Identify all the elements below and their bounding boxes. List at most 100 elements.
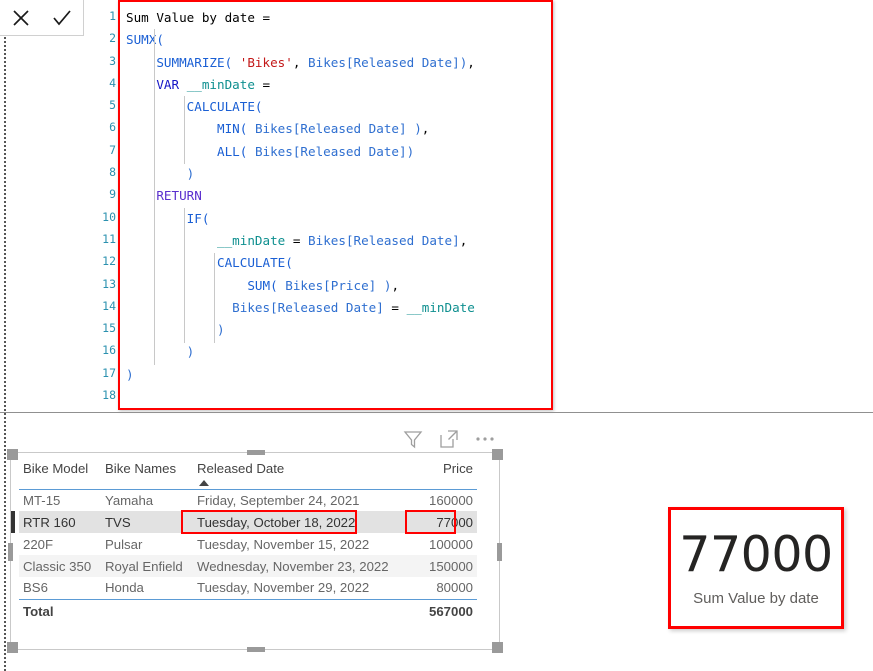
line-number: 11 — [102, 231, 116, 246]
code-line: ) — [217, 322, 225, 338]
dax-formula-editor[interactable]: 1 2 3 4 5 6 7 8 9 10 11 12 13 14 15 16 1… — [96, 0, 553, 410]
total-label: Total — [19, 598, 101, 622]
check-icon — [51, 8, 73, 28]
line-number: 6 — [109, 120, 116, 135]
cell-bike-model: RTR 160 — [11, 511, 101, 533]
card-label: Sum Value by date — [693, 589, 819, 607]
code-line: Sum Value by date = — [126, 7, 551, 29]
code-line: ) — [126, 366, 134, 382]
code-line: __minDate = Bikes[Released Date], — [217, 232, 468, 248]
resize-handle-bottom-center[interactable] — [247, 647, 265, 652]
cell-bike-names: Honda — [105, 580, 144, 596]
total-spacer-2 — [193, 598, 403, 622]
total-spacer-1 — [101, 598, 193, 622]
more-options-icon[interactable] — [474, 428, 496, 450]
line-number: 8 — [109, 165, 116, 180]
line-number: 4 — [109, 75, 116, 90]
table-grid: Bike Model Bike Names Released Date Pric… — [11, 459, 477, 622]
table-row[interactable]: 220F Pulsar Tuesday, November 15, 2022 1… — [19, 533, 477, 555]
cell-released-date: Wednesday, November 23, 2022 — [193, 555, 403, 577]
indent-guide — [184, 96, 185, 164]
table-row-selected[interactable]: RTR 160 TVS Tuesday, October 18, 2022 77… — [11, 511, 477, 533]
column-header-released-date[interactable]: Released Date — [193, 459, 403, 490]
cell-bike-names: TVS — [101, 511, 193, 533]
formula-bar-toolbar — [0, 0, 84, 36]
line-number: 7 — [109, 142, 116, 157]
cell-price: 160000 — [428, 492, 473, 508]
line-number: 17 — [102, 365, 116, 380]
cell-released-date: Friday, September 24, 2021 — [197, 492, 360, 508]
canvas-left-edge-rail — [4, 32, 6, 671]
total-value: 567000 — [403, 598, 477, 622]
line-number: 2 — [109, 31, 116, 46]
code-line: IF( — [186, 210, 210, 226]
code-line-text: Sum Value by date = — [126, 10, 271, 25]
line-number: 12 — [102, 254, 116, 269]
dax-code-area[interactable]: Sum Value by date = SUMX( SUMMARIZE( 'Bi… — [118, 0, 553, 410]
table-total-row: Total 567000 — [19, 598, 477, 622]
resize-handle-left-middle[interactable] — [8, 543, 13, 561]
resize-handle-top-right[interactable] — [492, 449, 503, 460]
card-value: 77000 — [679, 525, 833, 583]
line-number: 16 — [102, 343, 116, 358]
column-header-bike-names[interactable]: Bike Names — [101, 459, 193, 490]
code-line: CALCULATE( — [186, 99, 263, 115]
resize-handle-bottom-right[interactable] — [492, 642, 503, 653]
code-line: SUM( Bikes[Price] ), — [247, 277, 400, 293]
code-line: SUMMARIZE( 'Bikes', Bikes[Released Date]… — [156, 54, 475, 70]
cell-bike-names: Pulsar — [105, 536, 143, 552]
cell-bike-model: 220F — [23, 536, 54, 552]
cell-bike-names: Royal Enfield — [101, 555, 193, 577]
table-row[interactable]: MT-15 Yamaha Friday, September 24, 2021 … — [19, 489, 477, 511]
indent-guide — [184, 208, 185, 343]
card-visual[interactable]: 77000 Sum Value by date — [668, 507, 844, 629]
table-row[interactable]: BS6 Honda Tuesday, November 29, 2022 800… — [19, 577, 477, 599]
cell-price: 150000 — [403, 555, 477, 577]
resize-handle-bottom-left[interactable] — [7, 642, 18, 653]
line-number: 9 — [109, 187, 116, 202]
cell-price: 77000 — [403, 511, 477, 533]
line-number: 10 — [102, 209, 116, 224]
cell-released-date: Tuesday, October 18, 2022 — [193, 511, 403, 533]
line-number: 3 — [109, 53, 116, 68]
cancel-button[interactable] — [4, 3, 38, 33]
column-header-label: Released Date — [197, 461, 285, 476]
code-line: ) — [186, 344, 195, 360]
table-visual[interactable]: Bike Model Bike Names Released Date Pric… — [7, 449, 503, 653]
line-number: 15 — [102, 321, 116, 336]
cell-price: 100000 — [428, 536, 473, 552]
indent-guide — [154, 29, 155, 365]
cell-price: 80000 — [436, 580, 473, 596]
code-line: Bikes[Released Date] = __minDate — [232, 299, 475, 315]
resize-handle-top-left[interactable] — [7, 449, 18, 460]
line-number: 1 — [109, 9, 116, 23]
resize-handle-top-center[interactable] — [247, 450, 265, 455]
resize-handle-right-middle[interactable] — [497, 543, 502, 561]
cell-released-date: Tuesday, November 15, 2022 — [197, 536, 370, 552]
code-line: MIN( Bikes[Released Date] ), — [217, 121, 430, 137]
commit-button[interactable] — [45, 3, 79, 33]
cell-released-date: Tuesday, November 29, 2022 — [197, 580, 370, 596]
line-number: 5 — [109, 98, 116, 113]
cell-bike-model: MT-15 — [23, 492, 61, 508]
report-canvas-divider — [0, 412, 873, 413]
column-header-price[interactable]: Price — [403, 459, 477, 490]
line-number-gutter: 1 2 3 4 5 6 7 8 9 10 11 12 13 14 15 16 1… — [96, 0, 118, 410]
code-line: RETURN — [156, 188, 202, 204]
code-line: SUMX( — [126, 32, 164, 48]
dax-code-lines: Sum Value by date = SUMX( SUMMARIZE( 'Bi… — [120, 2, 551, 408]
code-line: VAR __minDate = — [156, 76, 271, 92]
cell-bike-names: Yamaha — [105, 492, 154, 508]
table-row[interactable]: Classic 350 Royal Enfield Wednesday, Nov… — [19, 555, 477, 577]
code-line: ALL( Bikes[Released Date]) — [217, 143, 415, 159]
line-number: 18 — [102, 388, 116, 403]
filter-icon[interactable] — [402, 428, 424, 450]
focus-mode-icon[interactable] — [438, 428, 460, 450]
code-line: ) — [186, 166, 195, 182]
sort-ascending-icon — [199, 479, 209, 486]
cell-bike-model: BS6 — [23, 580, 48, 596]
line-number: 14 — [102, 298, 116, 313]
line-number: 13 — [102, 276, 116, 291]
column-header-bike-model[interactable]: Bike Model — [19, 459, 101, 490]
visual-header-toolbar — [402, 428, 496, 450]
